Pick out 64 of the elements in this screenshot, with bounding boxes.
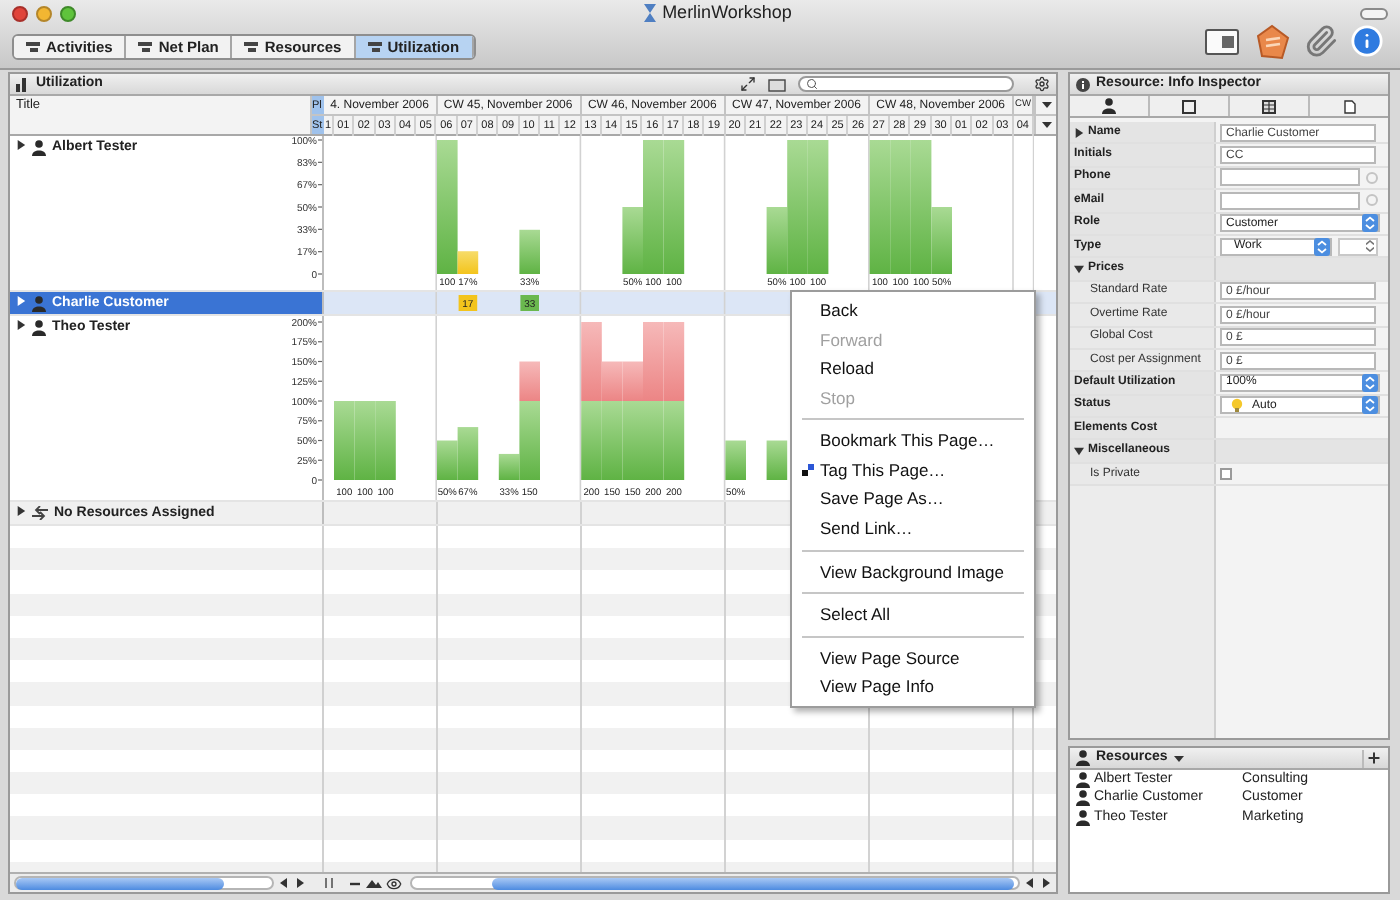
scroll-thumb[interactable] xyxy=(16,877,224,889)
expand-triangle-icon[interactable] xyxy=(16,320,26,330)
caret-icon[interactable] xyxy=(1173,755,1184,761)
text-field[interactable] xyxy=(1220,168,1360,187)
scroll-left-icon[interactable] xyxy=(1024,876,1036,890)
mountain-icon[interactable] xyxy=(366,876,382,890)
pause-icon[interactable] xyxy=(322,876,336,890)
expand-triangle-icon[interactable] xyxy=(16,140,26,150)
zoom-button[interactable] xyxy=(60,5,76,22)
caret-icon xyxy=(1041,102,1052,109)
view-icon xyxy=(367,40,382,55)
settings-icon[interactable] xyxy=(1034,76,1050,92)
view-icon xyxy=(138,40,153,55)
collapse-triangle-icon[interactable] xyxy=(1074,446,1084,457)
lightbulb-icon xyxy=(1230,398,1244,413)
menu-item[interactable]: Bookmark This Page… xyxy=(792,426,1034,456)
caret-icon xyxy=(1041,122,1052,129)
person-icon xyxy=(32,140,46,156)
scroll-thumb[interactable] xyxy=(492,877,1014,889)
minimize-button[interactable] xyxy=(36,5,52,22)
paperclip-icon[interactable] xyxy=(1304,24,1338,59)
view-icon xyxy=(244,40,259,55)
menu-item[interactable]: View Page Source xyxy=(792,643,1034,674)
dropdown-arrow-icon[interactable] xyxy=(1362,396,1378,415)
menu-item[interactable]: Tag This Page… xyxy=(792,455,1034,486)
small-dropdown[interactable] xyxy=(1338,237,1378,256)
expand-icon[interactable] xyxy=(740,76,756,92)
window-title: MerlinWorkshop xyxy=(662,0,792,27)
close-button[interactable] xyxy=(12,5,28,22)
person-icon xyxy=(1102,98,1116,114)
document-icon xyxy=(1343,99,1355,113)
dropdown-arrow-icon xyxy=(1366,240,1374,253)
expand-triangle-icon[interactable] xyxy=(1074,127,1084,138)
menu-item[interactable]: Select All xyxy=(792,600,1034,630)
square-icon xyxy=(1182,99,1196,113)
info-icon xyxy=(1076,77,1090,91)
person-icon xyxy=(32,296,46,312)
scroll-right-icon[interactable] xyxy=(1040,876,1052,890)
app-icon xyxy=(644,4,657,23)
expand-triangle-icon[interactable] xyxy=(16,506,26,516)
menu-item[interactable]: Reload xyxy=(792,354,1034,384)
person-icon xyxy=(1076,750,1090,766)
toolbar-toggle-button[interactable] xyxy=(1359,7,1388,20)
scroll-left-icon[interactable] xyxy=(278,876,290,890)
add-button[interactable] xyxy=(1362,749,1382,767)
search-icon xyxy=(806,78,818,90)
dropdown-arrow-icon[interactable] xyxy=(1362,214,1378,233)
chart-icon xyxy=(16,77,30,91)
menu-item[interactable]: View Background Image xyxy=(792,557,1034,587)
search-field[interactable] xyxy=(798,76,1014,92)
person-icon xyxy=(32,320,46,336)
menu-item[interactable]: View Page Info xyxy=(792,673,1034,703)
text-field[interactable] xyxy=(1220,191,1360,210)
checkbox[interactable] xyxy=(1220,468,1232,481)
dropdown-arrow-icon[interactable] xyxy=(1362,373,1378,392)
view-icon xyxy=(26,40,40,55)
window-icon[interactable] xyxy=(1204,25,1240,58)
info-icon[interactable] xyxy=(1350,24,1384,59)
eye-icon[interactable] xyxy=(386,875,402,891)
table-icon xyxy=(1262,99,1276,113)
dropdown-arrow-icon[interactable] xyxy=(1314,237,1330,256)
unassigned-icon xyxy=(32,506,48,520)
scroll-right-icon[interactable] xyxy=(294,876,306,890)
collapse-triangle-icon[interactable] xyxy=(1074,264,1084,275)
